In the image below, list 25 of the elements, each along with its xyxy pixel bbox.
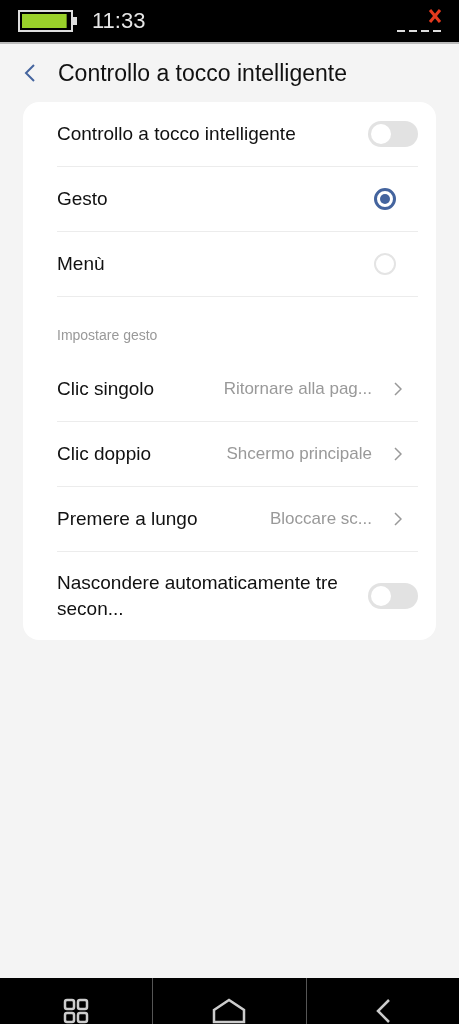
chevron-icon [394, 382, 402, 396]
chevron-icon [394, 512, 402, 526]
status-time: 11:33 [92, 8, 146, 34]
close-icon[interactable] [395, 7, 443, 33]
toggle-switch[interactable] [368, 121, 418, 147]
setting-label: Nascondere automaticamente tre secon... [57, 571, 339, 621]
setting-label: Menù [57, 253, 105, 275]
setting-value[interactable]: Shcermo principale [214, 444, 372, 464]
page-title: Controllo a tocco intelligente [58, 59, 347, 87]
chevron-icon [394, 447, 402, 461]
battery-icon [18, 10, 78, 32]
section-label: Impostare gesto [57, 326, 159, 345]
home-icon[interactable] [212, 998, 247, 1024]
setting-label: Premere a lungo [57, 508, 198, 530]
back-icon[interactable] [24, 63, 36, 83]
setting-label: Controllo a tocco intelligente [57, 123, 296, 145]
apps-icon[interactable] [63, 998, 90, 1024]
back-icon[interactable] [374, 998, 391, 1024]
setting-value[interactable]: Ritornare alla pag... [211, 379, 372, 399]
setting-label: Clic doppio [57, 443, 151, 465]
radio-button[interactable] [374, 188, 396, 210]
setting-label: Gesto [57, 188, 108, 210]
setting-label: Clic singolo [57, 378, 155, 400]
toggle-switch[interactable] [368, 583, 418, 609]
setting-value[interactable]: Bloccare sc... [257, 509, 372, 529]
